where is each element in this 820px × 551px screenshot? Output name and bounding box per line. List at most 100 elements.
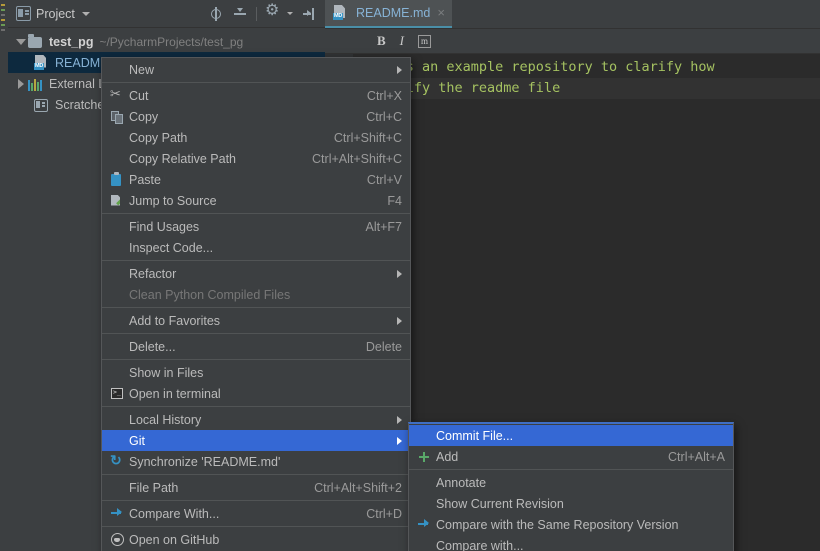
hide-panel-icon[interactable] (301, 6, 317, 22)
jump-to-source-icon (108, 193, 126, 209)
bold-button[interactable]: B (377, 33, 386, 49)
menu-item-delete[interactable]: Delete... Delete (102, 336, 410, 357)
menu-item-copy-relative-path[interactable]: Copy Relative Path Ctrl+Alt+Shift+C (102, 148, 410, 169)
menu-item-git[interactable]: Git (102, 430, 410, 451)
menu-item-local-history[interactable]: Local History (102, 409, 410, 430)
menu-item-annotate[interactable]: Annotate (409, 472, 733, 493)
menu-item-icon (415, 538, 433, 551)
menu-separator (102, 213, 410, 214)
menu-separator (102, 359, 410, 360)
synchronize-icon (108, 452, 126, 470)
close-icon[interactable]: × (437, 6, 445, 19)
menu-item-icon (108, 339, 126, 355)
menu-item-compare-with-ellipsis[interactable]: Compare with... (409, 535, 733, 551)
menu-item-icon (108, 287, 126, 303)
menu-item-icon (108, 412, 126, 428)
expand-toggle-icon[interactable] (14, 38, 28, 45)
menu-item-label: Open on GitHub (129, 532, 220, 547)
tab-label: README.md (356, 6, 431, 20)
italic-button[interactable]: I (400, 33, 404, 49)
submenu-arrow-icon (397, 316, 402, 325)
menu-item-show-in-files[interactable]: Show in Files (102, 362, 410, 383)
collapse-all-icon[interactable] (232, 6, 248, 22)
menu-item-icon (108, 365, 126, 381)
menu-item-label: Compare with... (436, 538, 524, 551)
menu-item-synchronize-readme[interactable]: Synchronize 'README.md' (102, 451, 410, 472)
pycharm-window: Project test_pg ~/PycharmProjects/test_p… (0, 0, 820, 551)
markdown-file-icon: MD (34, 54, 50, 71)
menu-item-refactor[interactable]: Refactor (102, 263, 410, 284)
menu-item-show-current-revision[interactable]: Show Current Revision (409, 493, 733, 514)
menu-item-label: Find Usages (129, 219, 200, 234)
strip-marker (1, 24, 5, 26)
menu-item-icon (108, 480, 126, 496)
strip-marker (1, 4, 5, 6)
menu-item-icon (108, 433, 126, 449)
menu-item-label: Add to Favorites (129, 313, 221, 328)
menu-separator (102, 82, 410, 83)
menu-item-file-path[interactable]: File Path Ctrl+Alt+Shift+2 (102, 477, 410, 498)
menu-item-inspect-code[interactable]: Inspect Code... (102, 237, 410, 258)
tree-node-label: test_pg (49, 34, 94, 49)
menu-item-label: Git (129, 433, 145, 448)
chevron-down-icon[interactable] (287, 12, 293, 15)
submenu-arrow-icon (397, 415, 402, 424)
markdown-toolbar: B I m (325, 29, 820, 54)
menu-item-label: Compare with the Same Repository Version (436, 517, 679, 532)
menu-item-new[interactable]: New (102, 59, 410, 80)
tab-readme-md[interactable]: MD README.md × (325, 0, 452, 28)
menu-separator (102, 474, 410, 475)
menu-item-open-on-github[interactable]: Open on GitHub (102, 529, 410, 550)
plus-icon (415, 449, 433, 465)
menu-item-open-in-terminal[interactable]: Open in terminal (102, 383, 410, 404)
menu-item-shortcut: Ctrl+Alt+Shift+C (312, 151, 402, 166)
project-panel-toolbar (208, 0, 317, 27)
menu-item-label: Compare With... (129, 506, 220, 521)
scissors-icon (108, 86, 126, 104)
context-menu[interactable]: New Cut Ctrl+X Copy Ctrl+C Copy Path Ctr… (101, 57, 411, 551)
menu-item-commit-file[interactable]: Commit File... (409, 425, 733, 446)
menu-item-shortcut: Delete (365, 339, 402, 354)
menu-item-cut[interactable]: Cut Ctrl+X (102, 85, 410, 106)
menu-item-icon (108, 266, 126, 282)
menu-item-shortcut: Ctrl+D (366, 506, 402, 521)
strip-marker (1, 9, 5, 11)
menu-item-add-to-favorites[interactable]: Add to Favorites (102, 310, 410, 331)
menu-item-label: Delete... (129, 339, 176, 354)
menu-item-compare-with-same-repository-version[interactable]: Compare with the Same Repository Version (409, 514, 733, 535)
menu-item-icon (108, 219, 126, 235)
menu-item-shortcut: Alt+F7 (365, 219, 402, 234)
menu-item-find-usages[interactable]: Find Usages Alt+F7 (102, 216, 410, 237)
menu-item-shortcut: Ctrl+C (366, 109, 402, 124)
locate-icon[interactable] (208, 6, 224, 22)
menu-item-copy-path[interactable]: Copy Path Ctrl+Shift+C (102, 127, 410, 148)
settings-gear-icon[interactable] (265, 3, 281, 22)
chevron-down-icon[interactable] (81, 11, 90, 16)
editor-tabbar: MD README.md × (325, 0, 820, 29)
compare-icon (415, 517, 433, 533)
strip-marker (1, 14, 5, 16)
git-submenu[interactable]: Commit File... Add Ctrl+Alt+A Annotate S… (408, 422, 734, 551)
project-title-group[interactable]: Project (8, 6, 90, 21)
tree-node-test-pg[interactable]: test_pg ~/PycharmProjects/test_pg (8, 31, 325, 52)
markdown-file-icon: MD (333, 5, 349, 21)
tree-node-path: ~/PycharmProjects/test_pg (99, 34, 244, 49)
menu-item-jump-to-source[interactable]: Jump to Source F4 (102, 190, 410, 211)
submenu-arrow-icon (397, 65, 402, 74)
menu-separator (102, 406, 410, 407)
project-icon (16, 6, 31, 21)
markdown-preview-button[interactable]: m (418, 34, 432, 48)
project-panel-header: Project (8, 0, 325, 28)
submenu-arrow-icon (397, 436, 402, 445)
menu-item-add[interactable]: Add Ctrl+Alt+A (409, 446, 733, 467)
menu-item-shortcut: Ctrl+X (366, 88, 402, 103)
menu-separator (102, 260, 410, 261)
menu-separator (102, 307, 410, 308)
menu-item-label: New (129, 62, 155, 77)
strip-marker-group (1, 4, 6, 124)
menu-item-shortcut: Ctrl+Alt+A (668, 449, 725, 464)
menu-item-copy[interactable]: Copy Ctrl+C (102, 106, 410, 127)
menu-item-compare-with[interactable]: Compare With... Ctrl+D (102, 503, 410, 524)
menu-item-paste[interactable]: Paste Ctrl+V (102, 169, 410, 190)
expand-toggle-icon[interactable] (14, 78, 28, 89)
